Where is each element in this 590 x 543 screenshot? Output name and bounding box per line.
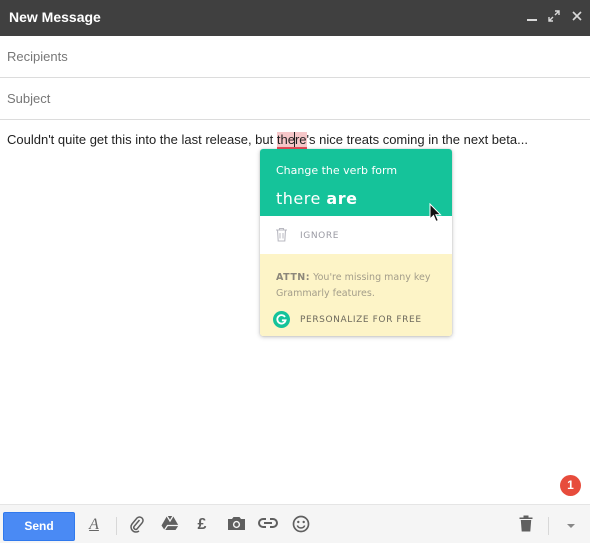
ignore-button[interactable]: IGNORE (260, 216, 452, 254)
flagged-word-part-b: re (294, 132, 307, 147)
grammarly-suggestion-card: Change the verb form there are IGNORE AT… (260, 149, 452, 336)
suggestion-word: are (326, 189, 358, 208)
more-options-icon[interactable] (561, 515, 581, 535)
recipients-placeholder: Recipients (7, 49, 68, 64)
subject-field[interactable]: Subject (0, 78, 590, 120)
attn-title: ATTN: (276, 272, 311, 283)
compose-titlebar[interactable]: New Message (0, 0, 590, 36)
attn-message: ATTN: You're missing many key Grammarly … (276, 270, 441, 302)
suggestion-replacement[interactable]: there are (276, 189, 357, 208)
compose-toolbar: Send A £ (0, 504, 590, 543)
message-text-after: 's nice treats coming in the next beta..… (306, 132, 528, 147)
link-icon[interactable] (258, 515, 278, 535)
photo-icon[interactable] (226, 515, 246, 535)
window-title: New Message (9, 9, 101, 25)
send-button[interactable]: Send (3, 512, 75, 541)
personalize-button[interactable]: PERSONALIZE FOR FREE (300, 315, 422, 325)
flagged-word-part-a: the (276, 132, 295, 147)
ignore-label: IGNORE (300, 231, 339, 241)
mouse-pointer-icon (429, 202, 443, 228)
recipients-field[interactable]: Recipients (0, 36, 590, 78)
attn-panel: ATTN: You're missing many key Grammarly … (260, 254, 452, 336)
notification-badge[interactable]: 1 (560, 475, 581, 496)
expand-icon[interactable] (546, 10, 562, 26)
grammarly-logo-icon (273, 311, 290, 328)
toolbar-divider-right (548, 517, 549, 535)
message-text-before: Couldn't quite get this into the last re… (7, 132, 277, 147)
suggestion-header[interactable]: Change the verb form there are (260, 149, 452, 216)
emoji-icon[interactable] (291, 515, 311, 535)
toolbar-divider (116, 517, 117, 535)
close-icon[interactable] (569, 10, 585, 26)
delete-icon[interactable] (516, 515, 536, 535)
money-icon[interactable]: £ (192, 515, 212, 535)
drive-icon[interactable] (160, 515, 180, 535)
suggestion-prefix: there (276, 189, 327, 208)
flagged-word[interactable]: there (276, 132, 307, 149)
formatting-icon[interactable]: A (84, 515, 104, 535)
suggestion-subtitle: Change the verb form (276, 164, 398, 177)
subject-placeholder: Subject (7, 91, 51, 106)
message-body[interactable]: Couldn't quite get this into the last re… (7, 132, 528, 149)
minimize-icon[interactable] (524, 10, 540, 26)
attach-icon[interactable] (127, 515, 147, 535)
trash-icon (275, 227, 288, 247)
